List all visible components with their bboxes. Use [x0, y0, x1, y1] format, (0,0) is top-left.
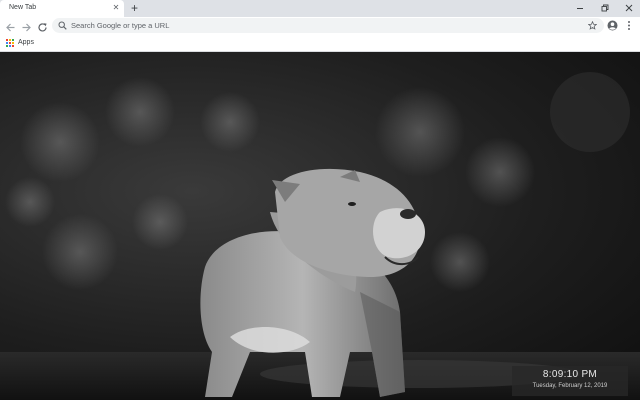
- background-photo: [0, 72, 640, 400]
- forward-arrow-icon: [22, 23, 31, 32]
- clock-date: Tuesday, February 12, 2019: [532, 383, 608, 389]
- star-icon[interactable]: [588, 21, 597, 30]
- apps-grid-dot: [6, 41, 8, 44]
- profile-icon[interactable]: [607, 20, 618, 31]
- back-arrow-icon: [6, 23, 15, 32]
- clock-time: 8:09:10 PM: [542, 369, 598, 380]
- address-input[interactable]: [71, 18, 571, 33]
- omnibox[interactable]: [52, 18, 604, 33]
- new-tab-button[interactable]: +: [128, 2, 141, 15]
- apps-grid-dot: [12, 41, 14, 44]
- minimize-button[interactable]: [574, 2, 586, 14]
- apps-grid-icon: [6, 38, 14, 47]
- clock-widget: 8:09:10 PM Tuesday, February 12, 2019: [512, 366, 628, 396]
- apps-grid-dot: [12, 44, 14, 47]
- restore-icon: [601, 4, 609, 12]
- browser-window: New Tab ✕ + Search Google or type a URL …: [0, 0, 640, 400]
- menu-icon[interactable]: [626, 20, 632, 31]
- back-button[interactable]: [5, 20, 16, 32]
- toolbar: [0, 17, 640, 34]
- forward-button[interactable]: [21, 20, 32, 32]
- plus-icon: +: [130, 1, 138, 15]
- apps-grid-dot: [9, 38, 11, 41]
- close-icon: [625, 4, 633, 12]
- apps-label: Apps: [18, 39, 34, 46]
- reload-button[interactable]: [37, 20, 48, 32]
- tab-strip: New Tab ✕ +: [0, 0, 640, 17]
- tab-new-tab[interactable]: New Tab ✕: [0, 0, 124, 17]
- close-window-button[interactable]: [623, 2, 635, 14]
- search-icon: [58, 21, 67, 30]
- apps-grid-dot: [9, 44, 11, 47]
- apps-grid-dot: [12, 38, 14, 41]
- apps-button[interactable]: Apps: [6, 37, 34, 48]
- new-tab-page: 8:09:10 PM Tuesday, February 12, 2019: [0, 52, 640, 400]
- apps-grid-dot: [9, 41, 11, 44]
- apps-grid-dot: [6, 44, 8, 47]
- tab-title: New Tab: [9, 4, 37, 11]
- apps-grid-dot: [6, 38, 8, 41]
- close-icon[interactable]: ✕: [112, 4, 120, 12]
- bookmarks-bar: Apps: [0, 34, 640, 52]
- restore-button[interactable]: [599, 2, 611, 14]
- reload-icon: [38, 23, 47, 32]
- minimize-icon: [577, 8, 583, 9]
